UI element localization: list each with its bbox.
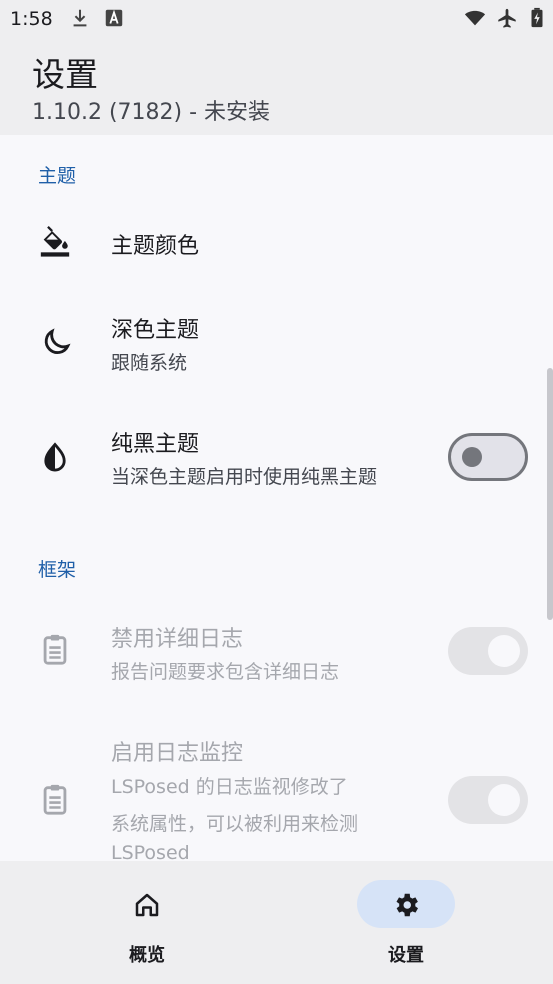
- moon-icon: [44, 328, 71, 354]
- clipboard-icon: [43, 634, 67, 665]
- nav-label: 概览: [129, 945, 165, 966]
- section-header-theme: 主题: [38, 165, 77, 187]
- toggle-knob: [462, 447, 482, 467]
- toggle-knob: [488, 635, 520, 667]
- gear-icon: [396, 893, 418, 917]
- setting-subtitle: 当深色主题启用时使用纯黑主题: [111, 466, 378, 488]
- status-bar: 1:58: [0, 0, 553, 38]
- scrollbar[interactable]: [547, 368, 553, 620]
- setting-title: 深色主题: [111, 318, 200, 343]
- status-time: 1:58: [10, 8, 53, 30]
- font-a-icon: [105, 9, 123, 27]
- setting-subtitle: 报告问题要求包含详细日志: [111, 661, 340, 683]
- setting-title: 启用日志监控: [111, 741, 244, 766]
- nav-item-overview[interactable]: 概览: [37, 861, 257, 984]
- nav-label: 设置: [388, 945, 424, 966]
- battery-charging-icon: [531, 7, 543, 28]
- home-icon: [135, 893, 159, 917]
- setting-title: 纯黑主题: [111, 432, 200, 457]
- setting-subtitle-line: LSPosed 的日志监视修改了: [111, 776, 348, 798]
- airplane-icon: [498, 8, 516, 28]
- verbose-log-toggle[interactable]: [448, 627, 528, 675]
- setting-subtitle-line: 系统属性，可以被利用来检测: [111, 813, 359, 835]
- pure-black-toggle[interactable]: [448, 433, 528, 481]
- clipboard-icon: [43, 784, 67, 815]
- setting-subtitle: 跟随系统: [111, 352, 188, 374]
- toggle-knob: [488, 784, 520, 816]
- paint-bucket-icon: [40, 226, 70, 257]
- download-icon: [73, 9, 87, 27]
- log-watchdog-toggle[interactable]: [448, 776, 528, 824]
- app-header: 设置 1.10.2 (7182) - 未安装: [0, 38, 553, 135]
- setting-title: 禁用详细日志: [111, 627, 244, 652]
- section-header-framework: 框架: [38, 559, 77, 581]
- wifi-icon: [464, 10, 486, 26]
- nav-item-settings[interactable]: 设置: [296, 861, 516, 984]
- water-drop-icon: [44, 442, 66, 472]
- setting-title: 主题颜色: [111, 234, 200, 259]
- version-subtitle: 1.10.2 (7182) - 未安装: [32, 100, 271, 125]
- bottom-navigation: 概览 设置: [0, 861, 553, 984]
- page-title: 设置: [32, 55, 98, 94]
